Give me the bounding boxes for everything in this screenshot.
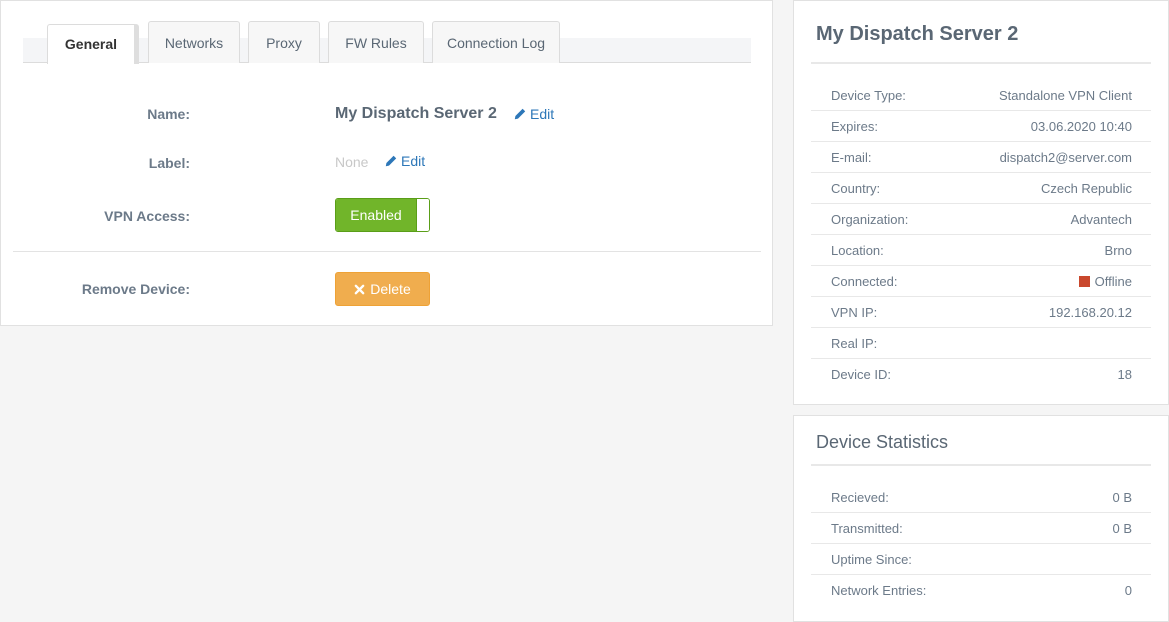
label-value: None bbox=[335, 154, 369, 170]
info-key: Uptime Since: bbox=[831, 552, 912, 567]
info-value: dispatch2@server.com bbox=[999, 150, 1132, 165]
times-icon bbox=[354, 284, 365, 294]
tab-networks[interactable]: Networks bbox=[148, 21, 240, 63]
info-key: VPN IP: bbox=[831, 305, 878, 320]
stats-row-uptime-since: Uptime Since: bbox=[811, 544, 1151, 575]
device-name-value: My Dispatch Server 2 bbox=[335, 105, 497, 122]
status-square-icon bbox=[1078, 276, 1090, 287]
tab-bar: General Networks Proxy FW Rules Connecti… bbox=[23, 21, 751, 64]
info-row-email: E-mail: dispatch2@server.com bbox=[811, 142, 1151, 173]
info-row-device-type: Device Type: Standalone VPN Client bbox=[811, 80, 1151, 111]
stats-row-transmitted: Transmitted: 0 B bbox=[811, 513, 1151, 544]
delete-button-label: Delete bbox=[370, 281, 411, 297]
device-general-panel: General Networks Proxy FW Rules Connecti… bbox=[0, 0, 773, 326]
device-statistics-title: Device Statistics bbox=[816, 432, 949, 452]
pencil-icon bbox=[385, 155, 397, 167]
info-value: 192.168.20.12 bbox=[1048, 305, 1132, 320]
info-value: Brno bbox=[1104, 243, 1132, 258]
edit-name-label: Edit bbox=[530, 106, 555, 122]
info-value: 03.06.2020 10:40 bbox=[1030, 119, 1132, 134]
device-statistics-title-divider bbox=[811, 464, 1151, 466]
info-key: E-mail: bbox=[831, 150, 872, 165]
info-row-connected: Connected: Offline bbox=[811, 266, 1151, 297]
info-row-country: Country: Czech Republic bbox=[811, 173, 1151, 204]
info-row-location: Location: Brno bbox=[811, 235, 1151, 266]
info-key: Location: bbox=[831, 243, 884, 258]
delete-device-button[interactable]: Delete bbox=[335, 272, 430, 306]
pencil-icon bbox=[514, 108, 526, 120]
edit-label-link[interactable]: Edit bbox=[385, 153, 425, 169]
stats-row-received: Recieved: 0 B bbox=[811, 482, 1151, 513]
tab-connection-log[interactable]: Connection Log bbox=[432, 21, 560, 63]
info-row-organization: Organization: Advantech bbox=[811, 204, 1151, 235]
tab-general[interactable]: General bbox=[47, 24, 139, 64]
info-key: Connected: bbox=[831, 274, 898, 289]
edit-name-link[interactable]: Edit bbox=[514, 106, 554, 122]
info-key: Recieved: bbox=[831, 490, 889, 505]
vpn-access-label: VPN Access: bbox=[104, 208, 190, 224]
info-row-expires: Expires: 03.06.2020 10:40 bbox=[811, 111, 1151, 142]
form-divider bbox=[13, 251, 761, 252]
edit-label-label: Edit bbox=[401, 153, 426, 169]
vpn-toggle-on-label: Enabled bbox=[336, 199, 416, 231]
info-value: 18 bbox=[1117, 367, 1132, 382]
info-key: Real IP: bbox=[831, 336, 878, 351]
info-value: Czech Republic bbox=[1040, 181, 1132, 196]
device-statistics-list: Recieved: 0 B Transmitted: 0 B Uptime Si… bbox=[811, 482, 1151, 606]
info-key: Organization: bbox=[831, 212, 909, 227]
connection-status: Offline bbox=[1078, 274, 1132, 289]
device-statistics-panel: Device Statistics Recieved: 0 B Transmit… bbox=[793, 415, 1169, 622]
info-key: Device ID: bbox=[831, 367, 891, 382]
remove-device-label: Remove Device: bbox=[81, 281, 190, 297]
device-info-title-divider bbox=[811, 62, 1151, 64]
info-row-device-id: Device ID: 18 bbox=[811, 359, 1151, 390]
tab-proxy[interactable]: Proxy bbox=[248, 21, 320, 63]
tab-fw-rules[interactable]: FW Rules bbox=[328, 21, 424, 63]
info-value: 0 B bbox=[1112, 521, 1132, 536]
device-info-title: My Dispatch Server 2 bbox=[816, 23, 1019, 45]
info-key: Transmitted: bbox=[831, 521, 903, 536]
name-label: Name: bbox=[147, 106, 190, 122]
device-info-list: Device Type: Standalone VPN Client Expir… bbox=[811, 80, 1151, 390]
vpn-access-toggle[interactable]: Enabled bbox=[335, 198, 430, 232]
connection-status-text: Offline bbox=[1094, 274, 1132, 289]
info-key: Expires: bbox=[831, 119, 878, 134]
info-key: Country: bbox=[831, 181, 881, 196]
info-row-vpn-ip: VPN IP: 192.168.20.12 bbox=[811, 297, 1151, 328]
stats-row-network-entries: Network Entries: 0 bbox=[811, 575, 1151, 606]
info-value: 0 bbox=[1124, 583, 1132, 598]
device-info-panel: My Dispatch Server 2 Device Type: Standa… bbox=[793, 0, 1169, 405]
label-label: Label: bbox=[148, 155, 190, 171]
vpn-toggle-knob bbox=[416, 199, 429, 231]
info-value: 0 B bbox=[1112, 490, 1132, 505]
info-value: Advantech bbox=[1070, 212, 1132, 227]
info-key: Network Entries: bbox=[831, 583, 927, 598]
info-key: Device Type: bbox=[831, 88, 906, 103]
info-value: Standalone VPN Client bbox=[999, 88, 1132, 103]
info-row-real-ip: Real IP: bbox=[811, 328, 1151, 359]
